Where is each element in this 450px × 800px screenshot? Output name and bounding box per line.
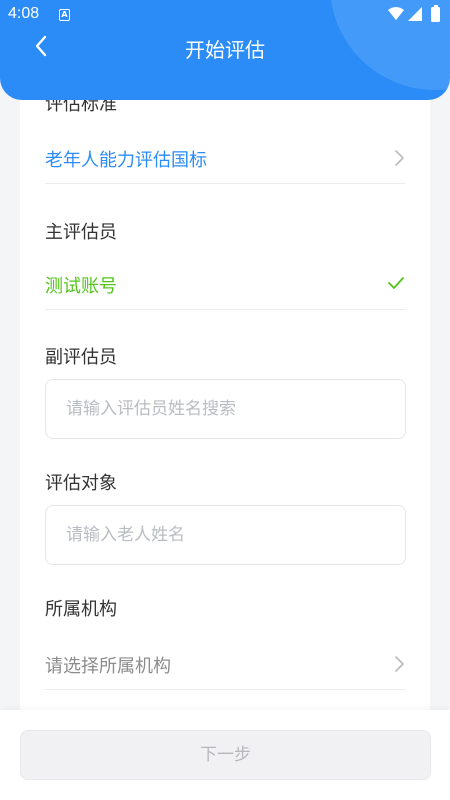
subject-label: 评估对象 xyxy=(45,473,117,494)
deputy-assessor-field xyxy=(45,379,406,439)
main-assessor-label: 主评估员 xyxy=(45,222,117,243)
wifi-icon xyxy=(388,7,404,20)
institution-value: 请选择所属机构 xyxy=(45,656,171,677)
next-step-button[interactable]: 下一步 xyxy=(20,730,431,780)
chevron-right-icon xyxy=(395,150,404,166)
page-title: 开始评估 xyxy=(185,38,265,62)
institution-label: 所属机构 xyxy=(45,599,117,620)
check-icon xyxy=(388,277,404,289)
footer-bar: 下一步 xyxy=(0,710,450,800)
deputy-assessor-input[interactable] xyxy=(46,380,405,438)
institution-selector[interactable]: 请选择所属机构 xyxy=(45,640,405,690)
standard-value: 老年人能力评估国标 xyxy=(45,150,207,171)
standard-selector[interactable]: 老年人能力评估国标 xyxy=(45,134,405,184)
subject-input[interactable] xyxy=(46,506,405,564)
notification-icon: A xyxy=(59,9,70,21)
main-assessor-value: 测试账号 xyxy=(45,276,117,297)
signal-icon xyxy=(408,7,422,21)
subject-field xyxy=(45,505,406,565)
status-time: 4:08 xyxy=(8,5,40,22)
deputy-assessor-label: 副评估员 xyxy=(45,347,117,368)
status-bar: 4:08 A xyxy=(0,0,450,30)
main-assessor-selector[interactable]: 测试账号 xyxy=(45,260,405,310)
battery-icon xyxy=(431,5,440,22)
chevron-right-icon xyxy=(395,656,404,672)
